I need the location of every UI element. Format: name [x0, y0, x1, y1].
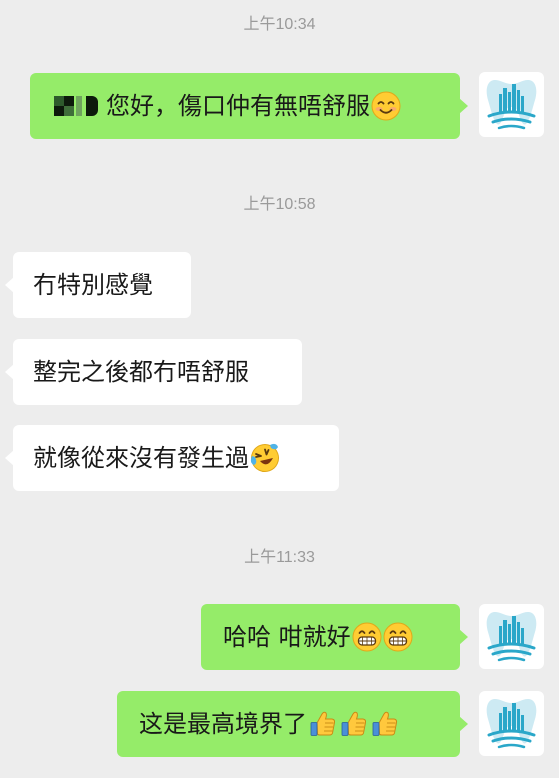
- dental-clinic-logo-icon[interactable]: [479, 691, 544, 756]
- message-text: 就像從來沒有發生過: [33, 444, 249, 472]
- chat-conversation: 上午10:34 您好，傷口仲有無唔舒服 上午10:58 冇特別感覺 整完之後都冇…: [0, 0, 559, 778]
- message-bubble-incoming[interactable]: 就像從來沒有發生過: [5, 425, 339, 491]
- timestamp: 上午10:34: [243, 16, 316, 33]
- dental-clinic-logo-icon[interactable]: [479, 72, 544, 137]
- grinning-face-icon: [383, 622, 413, 652]
- thumbs-up-icon: [339, 709, 369, 739]
- thumbs-up-icon: [370, 709, 400, 739]
- message-bubble-incoming[interactable]: 冇特別感覺: [5, 252, 191, 318]
- laughing-tears-face-icon: [250, 443, 280, 473]
- timestamp: 上午11:33: [244, 549, 315, 566]
- smiling-face-icon: [371, 91, 401, 121]
- message-text: 冇特別感覺: [33, 271, 153, 299]
- message-text: 这是最高境界了: [139, 710, 307, 738]
- redacted-name: [54, 92, 102, 120]
- grinning-face-icon: [352, 622, 382, 652]
- message-bubble-incoming[interactable]: 整完之後都冇唔舒服: [5, 339, 302, 405]
- message-text: 哈哈 咁就好: [223, 623, 351, 651]
- dental-clinic-logo-icon[interactable]: [479, 604, 544, 669]
- timestamp: 上午10:58: [243, 196, 316, 213]
- message-text: 您好，傷口仲有無唔舒服: [106, 92, 370, 120]
- message-bubble-outgoing[interactable]: 您好，傷口仲有無唔舒服: [30, 73, 468, 139]
- message-bubble-outgoing[interactable]: 哈哈 咁就好: [201, 604, 468, 670]
- message-bubble-outgoing[interactable]: 这是最高境界了: [117, 691, 468, 757]
- thumbs-up-icon: [308, 709, 338, 739]
- message-text: 整完之後都冇唔舒服: [33, 358, 249, 386]
